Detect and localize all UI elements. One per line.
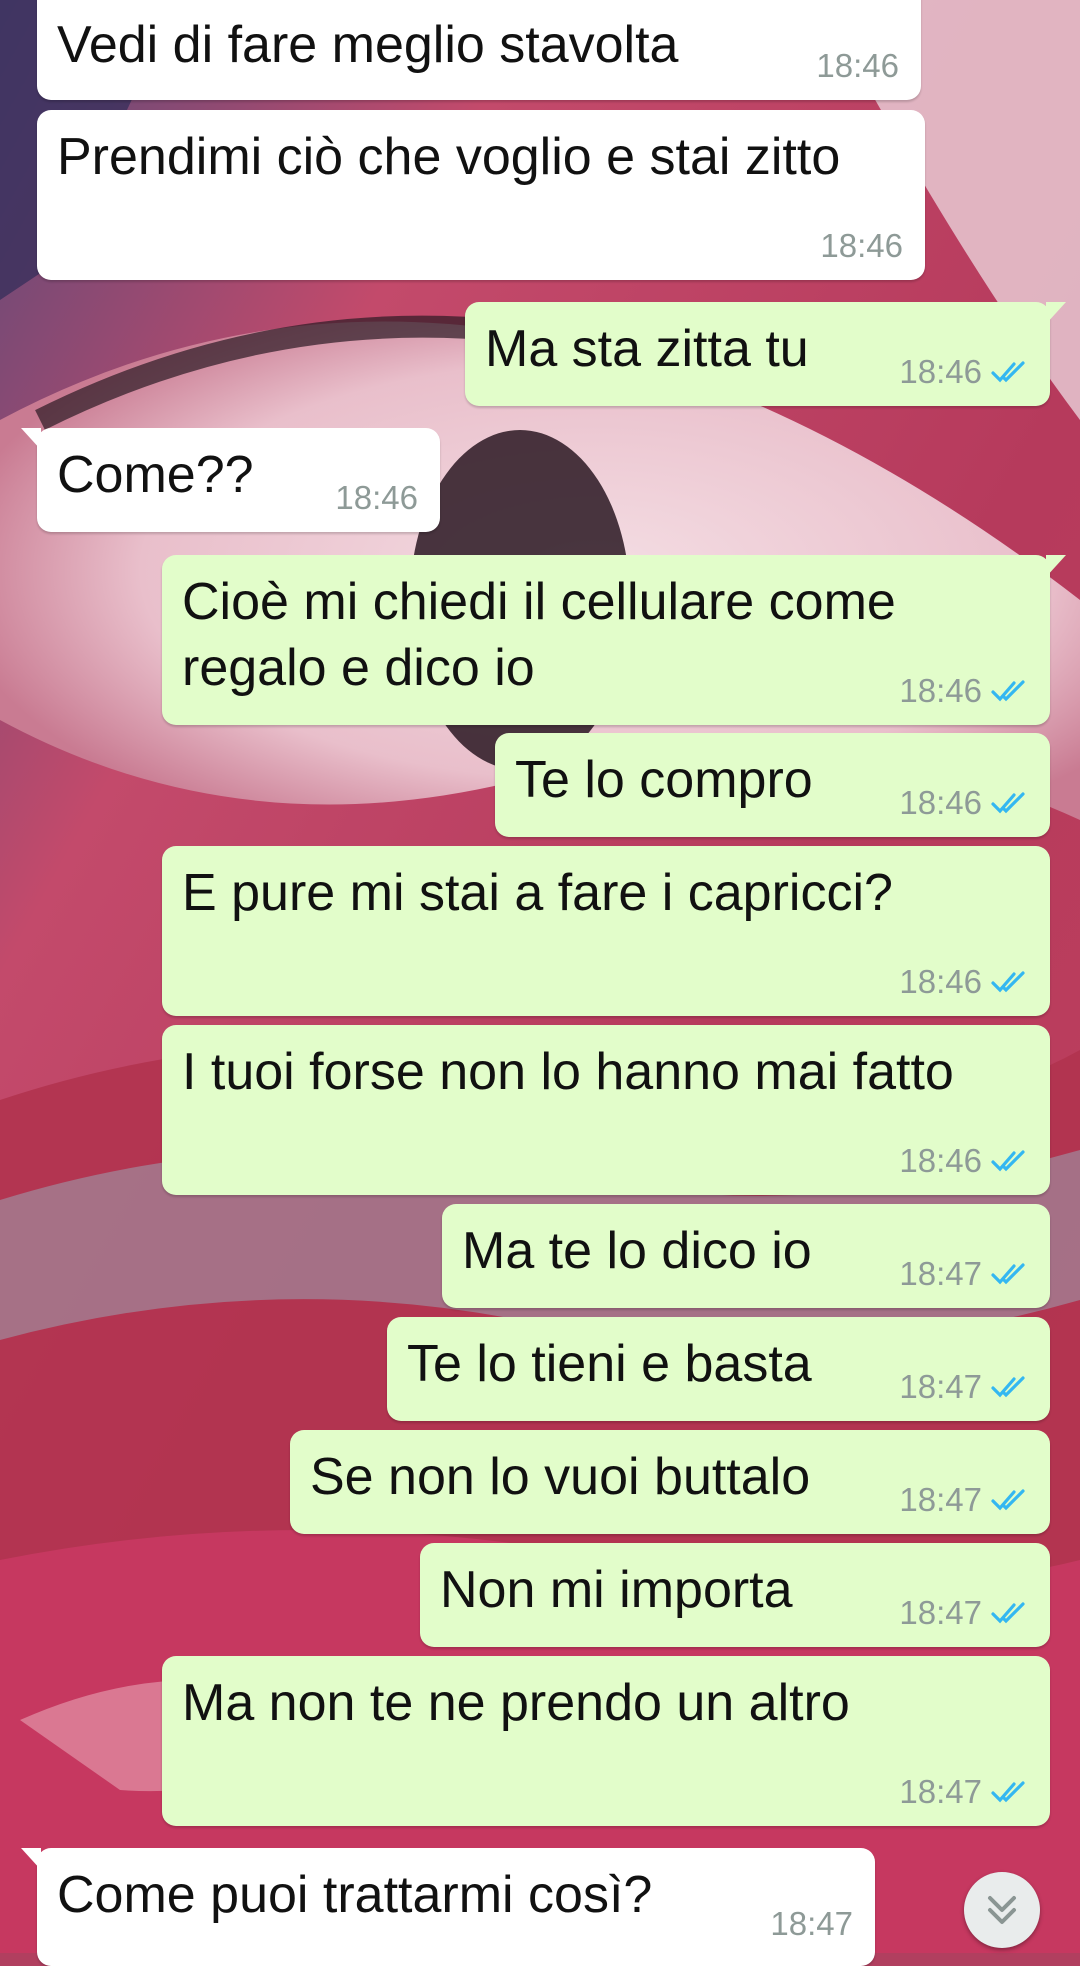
message-meta: 18:46	[899, 354, 1030, 390]
message-time: 18:47	[770, 1905, 853, 1942]
message-text: E pure mi stai a fare i capricci?	[182, 864, 893, 922]
message-meta: 18:47	[899, 1369, 1030, 1405]
message-bubble-outgoing[interactable]: I tuoi forse non lo hanno mai fatto 18:4…	[162, 1025, 1050, 1195]
message-time: 18:46	[899, 963, 982, 1000]
message-time: 18:46	[816, 47, 899, 84]
read-ticks-icon	[991, 1376, 1025, 1398]
read-ticks-icon	[991, 361, 1025, 383]
message-bubble-outgoing[interactable]: Ma non te ne prendo un altro 18:47	[162, 1656, 1050, 1826]
message-bubble-outgoing[interactable]: E pure mi stai a fare i capricci? 18:46	[162, 846, 1050, 1016]
message-text: Ma non te ne prendo un altro	[182, 1674, 850, 1732]
read-ticks-icon	[991, 1263, 1025, 1285]
message-meta: 18:46	[335, 480, 418, 516]
message-meta: 18:47	[899, 1482, 1030, 1518]
message-bubble-incoming[interactable]: Come puoi trattarmi così? 18:47	[21, 1848, 875, 1966]
message-meta: 18:47	[899, 1256, 1030, 1292]
message-time: 18:47	[899, 1594, 982, 1631]
message-bubble-incoming[interactable]: Come?? 18:46	[21, 428, 440, 532]
message-bubble-outgoing[interactable]: Cioè mi chiedi il cellulare come regalo …	[162, 555, 1066, 725]
message-meta: 18:47	[770, 1906, 853, 1942]
message-time: 18:47	[899, 1368, 982, 1405]
message-meta: 18:46	[899, 1143, 1030, 1179]
message-text: Prendimi ciò che voglio e stai zitto	[57, 128, 841, 186]
read-ticks-icon	[991, 1489, 1025, 1511]
read-ticks-icon	[991, 1602, 1025, 1624]
message-meta: 18:46	[899, 964, 1030, 1000]
message-bubble-outgoing[interactable]: Se non lo vuoi buttalo 18:47	[290, 1430, 1050, 1534]
read-ticks-icon	[991, 1150, 1025, 1172]
message-meta: 18:46	[820, 228, 903, 264]
message-bubble-outgoing[interactable]: Ma sta zitta tu 18:46	[465, 302, 1066, 406]
message-time: 18:46	[899, 1142, 982, 1179]
message-text: Vedi di fare meglio stavolta	[57, 16, 679, 74]
read-ticks-icon	[991, 680, 1025, 702]
read-ticks-icon	[991, 792, 1025, 814]
message-meta: 18:46	[816, 48, 899, 84]
message-bubble-outgoing[interactable]: Ma te lo dico io 18:47	[442, 1204, 1050, 1308]
message-list: Vedi di fare meglio stavolta 18:46 Prend…	[0, 0, 1080, 1966]
message-text: I tuoi forse non lo hanno mai fatto	[182, 1043, 954, 1101]
message-meta: 18:46	[899, 673, 1030, 709]
message-meta: 18:47	[899, 1595, 1030, 1631]
message-meta: 18:46	[899, 785, 1030, 821]
message-bubble-incoming[interactable]: Vedi di fare meglio stavolta 18:46	[37, 0, 921, 100]
scroll-to-bottom-button[interactable]	[964, 1872, 1040, 1948]
read-ticks-icon	[991, 971, 1025, 993]
message-bubble-outgoing[interactable]: Te lo tieni e basta 18:47	[387, 1317, 1050, 1421]
message-bubble-incoming[interactable]: Prendimi ciò che voglio e stai zitto 18:…	[37, 110, 925, 280]
message-meta: 18:47	[899, 1774, 1030, 1810]
message-time: 18:46	[335, 479, 418, 516]
message-time: 18:46	[820, 227, 903, 264]
message-time: 18:47	[899, 1481, 982, 1518]
read-ticks-icon	[991, 1781, 1025, 1803]
message-time: 18:46	[899, 784, 982, 821]
double-chevron-down-icon	[988, 1896, 1016, 1924]
message-text: Come puoi trattarmi così?	[57, 1866, 653, 1924]
message-bubble-outgoing[interactable]: Non mi importa 18:47	[420, 1543, 1050, 1647]
message-time: 18:47	[899, 1255, 982, 1292]
message-time: 18:46	[899, 672, 982, 709]
message-bubble-outgoing[interactable]: Te lo compro 18:46	[495, 733, 1050, 837]
message-time: 18:47	[899, 1773, 982, 1810]
message-time: 18:46	[899, 353, 982, 390]
